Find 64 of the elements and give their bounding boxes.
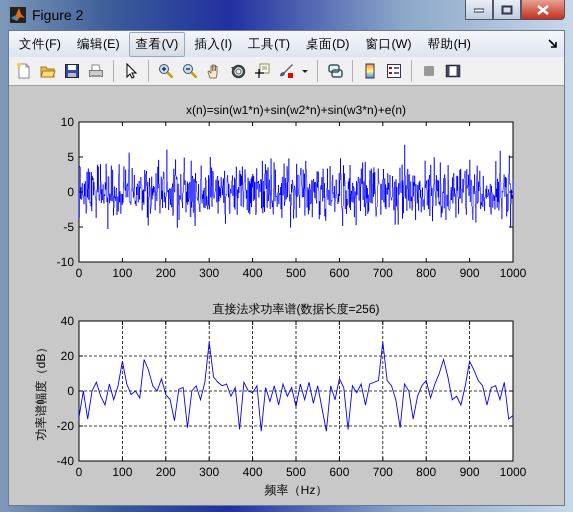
x-tick-label: 1000: [500, 465, 526, 479]
x-tick-label: 800: [416, 465, 436, 479]
y-tick-label: -20: [56, 419, 74, 433]
menu-item[interactable]: 帮助(H): [420, 32, 478, 56]
x-tick-label: 1000: [500, 266, 526, 280]
y-tick-label: 0: [67, 185, 74, 199]
menu-item[interactable]: 窗口(W): [358, 32, 419, 56]
app-icon: [10, 7, 26, 23]
zoom-in-icon[interactable]: [158, 63, 174, 79]
menu-item[interactable]: 文件(F): [12, 32, 68, 56]
y-axis-label: 功率谱幅度（dB）: [34, 342, 48, 440]
plot-title: x(n)=sin(w1*n)+sin(w2*n)+sin(w3*n)+e(n): [186, 103, 406, 117]
x-tick-label: 100: [112, 266, 132, 280]
menu-item[interactable]: 编辑(E): [70, 32, 127, 56]
x-tick-label: 500: [286, 465, 306, 479]
brush-icon[interactable]: [278, 63, 294, 79]
minimize-button[interactable]: [465, 0, 493, 20]
x-tick-label: 0: [76, 266, 82, 280]
x-tick-label: 300: [199, 465, 220, 479]
x-tick-label: 400: [242, 465, 263, 479]
x-tick-label: 600: [329, 465, 350, 479]
menu-item[interactable]: 桌面(D): [299, 32, 356, 56]
x-tick-label: 700: [372, 465, 393, 479]
x-axis-label: 频率（Hz）: [264, 483, 328, 497]
y-tick-label: -40: [56, 454, 74, 468]
x-tick-label: 800: [416, 266, 436, 280]
x-tick-label: 200: [156, 465, 176, 479]
x-tick-label: 700: [372, 266, 393, 280]
x-tick-label: 500: [286, 266, 306, 280]
x-tick-label: 600: [329, 266, 350, 280]
legend-icon[interactable]: [386, 63, 402, 79]
y-tick-label: 20: [60, 349, 74, 363]
x-tick-label: 400: [242, 266, 263, 280]
plot-tools-icon[interactable]: [445, 63, 461, 79]
window-title: Figure 2: [32, 7, 84, 23]
y-tick-label: -5: [63, 220, 74, 234]
data-cursor-icon[interactable]: [254, 63, 270, 79]
menu-item[interactable]: 插入(I): [187, 32, 240, 56]
y-tick-label: -10: [56, 255, 74, 269]
maximize-button[interactable]: [493, 0, 521, 20]
zoom-out-icon[interactable]: [182, 63, 198, 79]
minimize-icon: [474, 6, 484, 12]
close-button[interactable]: [521, 0, 565, 20]
menu-item[interactable]: 工具(T): [241, 32, 298, 56]
print-icon[interactable]: [88, 63, 104, 79]
y-tick-label: 10: [60, 115, 74, 129]
y-tick-label: 40: [60, 314, 74, 328]
y-tick-label: 5: [67, 150, 74, 164]
x-tick-label: 300: [199, 266, 220, 280]
y-tick-label: 0: [67, 384, 74, 398]
x-tick-label: 100: [112, 465, 132, 479]
save-icon[interactable]: [64, 63, 80, 79]
x-tick-label: 200: [156, 266, 176, 280]
menu-item[interactable]: 查看(V): [128, 32, 186, 56]
x-tick-label: 900: [460, 266, 480, 280]
plot-title: 直接法求功率谱(数据长度=256): [212, 302, 380, 316]
dock-arrow-icon[interactable]: [548, 39, 558, 49]
close-icon: [537, 4, 549, 14]
rotate-icon[interactable]: [230, 63, 246, 79]
new-file-icon[interactable]: [16, 63, 32, 79]
maximize-icon: [501, 4, 513, 14]
x-tick-label: 0: [76, 465, 82, 479]
link-icon[interactable]: [327, 63, 343, 79]
x-tick-label: 900: [460, 465, 480, 479]
